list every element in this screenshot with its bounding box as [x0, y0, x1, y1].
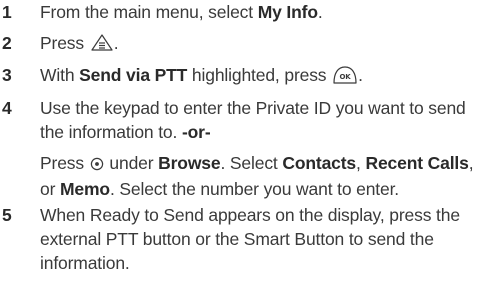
menu-key-icon — [90, 33, 114, 59]
svg-text:OK: OK — [340, 73, 352, 81]
step-text: From the main menu, select My Info. — [40, 2, 323, 22]
step-text: With Send via PTT highlighted, press OK … — [40, 63, 492, 91]
menu-item-my-info: My Info — [257, 2, 318, 22]
step-number: 2 — [2, 33, 12, 53]
step-text: Press . — [40, 31, 492, 59]
option-recent-calls: Recent Calls — [365, 153, 469, 173]
or-label: -or- — [181, 122, 211, 142]
option-memo: Memo — [59, 179, 110, 199]
menu-item-send-via-ptt: Send via PTT — [79, 65, 188, 85]
step-number: 4 — [2, 98, 12, 118]
manual-page: { "steps": [ { "number": "1", "text_a": … — [0, 0, 495, 284]
step-number: 1 — [2, 2, 12, 22]
option-contacts: Contacts — [282, 153, 357, 173]
nav-key-icon — [90, 153, 104, 177]
step-text: Use the keypad to enter the Private ID y… — [40, 98, 466, 142]
ok-key-icon: OK — [332, 65, 358, 91]
step-text: When Ready to Send appears on the displa… — [40, 205, 460, 273]
option-browse: Browse — [158, 153, 221, 173]
step-number: 3 — [2, 65, 12, 85]
step-alt-text: Press under Browse. Select Contacts, Rec… — [40, 153, 474, 199]
step-number: 5 — [2, 205, 12, 225]
